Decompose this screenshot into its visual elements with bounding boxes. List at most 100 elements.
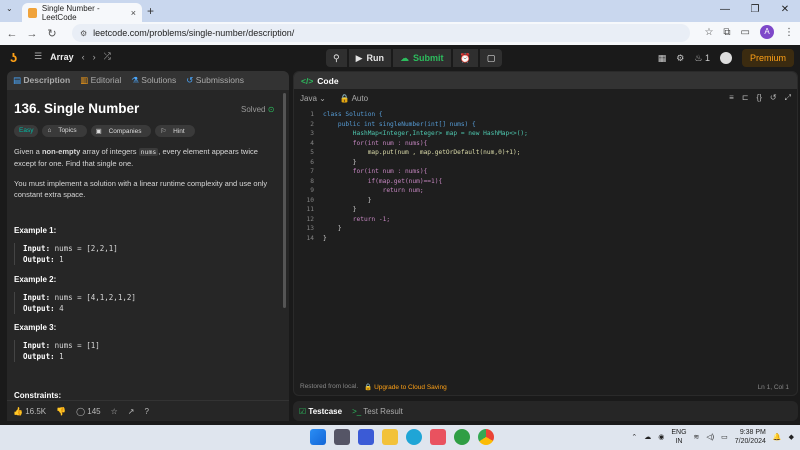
forward-icon[interactable]: → [24,28,40,40]
tab-close-icon[interactable]: × [131,8,136,18]
favorite-star-icon[interactable]: ☆ [111,407,118,416]
language-indicator[interactable]: ENG IN [671,428,686,446]
example-3-box: Input: nums = [1] Output: 1 [14,340,100,362]
like-button[interactable]: 👍 16.5K [13,407,46,416]
streak-counter[interactable]: ♨ 1 [694,53,710,64]
notes-button[interactable]: ▢ [479,49,503,67]
format-icon[interactable]: ≡ [729,93,734,103]
code-line: map.put(num , map.getOrDefault(num,0)+1)… [323,149,521,156]
new-tab-button[interactable]: + [147,4,154,18]
line-number: 8 [310,177,314,185]
close-window-button[interactable]: ✕ [770,0,800,22]
split-view-icon[interactable]: ▭ [741,27,750,38]
output-label: Output: [23,304,55,313]
example-3-heading: Example 3: [14,323,57,332]
language-select[interactable]: Java ⌄ [300,94,326,103]
clock[interactable]: 9:38 PM 7/20/2024 [735,428,766,446]
braces-icon[interactable]: {} [757,93,762,103]
minimize-button[interactable]: — [710,0,740,22]
output-label: Output: [23,255,55,264]
code-line: for(int num : nums){ [323,168,428,175]
clock-date: 7/20/2024 [734,438,766,445]
profile-avatar[interactable]: A [760,25,774,39]
layout-grid-icon[interactable]: ▦ [658,53,667,64]
comment-count: 145 [87,406,101,416]
hint-tag[interactable]: ⚐ Hint [155,125,195,137]
constraints-heading: Constraints: [14,391,62,400]
tab-solutions[interactable]: ⚗ Solutions [131,75,176,86]
browser-menu-icon[interactable]: ⋮ [784,27,794,38]
back-icon[interactable]: ← [4,28,20,40]
url-field[interactable]: ⚙ leetcode.com/problems/single-number/de… [72,24,690,42]
windows-start-icon[interactable] [310,429,326,445]
auto-mode-toggle[interactable]: 🔒 Auto [340,94,368,103]
edge-icon[interactable] [406,429,422,445]
comments-button[interactable]: ◯ 145 [76,407,101,416]
prev-problem-icon[interactable]: ‹ [82,52,85,62]
tab-search-icon[interactable]: ⌄ [6,4,13,13]
tray-app-icon[interactable]: ◉ [658,433,664,441]
leetcode-logo[interactable]: ʖ [10,50,17,65]
dislike-icon[interactable]: 👎 [56,407,66,416]
problem-list-icon[interactable]: ☰ [34,51,42,62]
premium-button[interactable]: Premium [741,49,794,67]
description-scrollbar[interactable] [283,93,286,308]
run-button[interactable]: ▶ Run [348,49,392,67]
code-line: } [323,158,357,166]
companies-tag[interactable]: ▣ Companies [90,125,152,137]
app-green-icon[interactable] [454,429,470,445]
desc-bold: non-empty [41,147,81,156]
debug-button[interactable]: ⚲ [326,49,347,67]
next-problem-icon[interactable]: › [93,52,96,62]
tab-test-result[interactable]: >_ Test Result [352,407,403,416]
volume-icon[interactable]: ◁) [706,433,714,441]
problem-list-link[interactable]: Array [50,52,74,62]
lock-icon: 🔒 [364,384,373,391]
settings-gear-icon[interactable]: ⚙ [676,53,684,64]
app-icon[interactable] [358,429,374,445]
help-icon[interactable]: ? [145,407,149,416]
problem-tags: Easy ⌂ Topics ▣ Companies ⚐ Hint [14,125,195,137]
problem-title[interactable]: 136. Single Number [14,101,139,116]
companies-label: Companies [103,126,147,137]
site-info-icon[interactable]: ⚙ [80,29,87,38]
code-line: for(int num : nums){ [323,139,428,147]
browser-tab[interactable]: Single Number - LeetCode × [22,3,142,22]
tab-editorial[interactable]: ▥ Editorial [80,75,121,86]
file-explorer-icon[interactable] [382,429,398,445]
maximize-button[interactable]: ❐ [740,0,770,22]
copilot-icon[interactable]: ◆ [789,433,794,441]
fullscreen-icon[interactable]: ⤢ [785,93,791,103]
like-count: 16.5K [25,406,47,416]
tab-testcase[interactable]: ☑ Testcase [299,407,342,416]
reload-icon[interactable]: ↻ [44,27,60,40]
task-view-icon[interactable] [334,429,350,445]
onedrive-icon[interactable]: ☁ [644,433,651,441]
tray-chevron-icon[interactable]: ⌃ [631,433,637,441]
language-value: Java [300,93,317,103]
battery-icon[interactable]: ▭ [721,433,728,441]
timer-button[interactable]: ⏰ [452,49,478,67]
submit-button[interactable]: ☁ Submit [393,49,451,67]
tab-submissions[interactable]: ↺ Submissions [186,75,244,86]
notification-bell-icon[interactable]: 🔔 [773,433,782,441]
share-icon[interactable]: ↗ [128,407,135,416]
extensions-icon[interactable]: ⧉ [723,27,730,38]
upgrade-cloud-link[interactable]: 🔒 Upgrade to Cloud Saving [364,383,447,391]
bookmark-star-icon[interactable]: ☆ [704,27,713,38]
test-result-label: Test Result [363,406,403,416]
chrome-icon[interactable] [478,429,494,445]
url-text: leetcode.com/problems/single-number/desc… [93,28,295,38]
reset-icon[interactable]: ↺ [770,93,777,103]
user-avatar[interactable] [719,52,732,64]
store-icon[interactable] [430,429,446,445]
input-label: Input: [23,293,51,302]
bookmark-icon[interactable]: ⊏ [742,93,749,103]
shuffle-icon[interactable]: ⤮ [104,51,111,62]
problem-description: Given a non-empty array of integers nums… [14,146,279,209]
tab-description[interactable]: ▤ Description [13,75,70,86]
chevron-down-icon: ⌄ [319,93,326,103]
topics-tag[interactable]: ⌂ Topics [42,125,87,137]
checkbox-icon: ☑ [299,406,307,416]
wifi-icon[interactable]: ≋ [694,433,700,441]
